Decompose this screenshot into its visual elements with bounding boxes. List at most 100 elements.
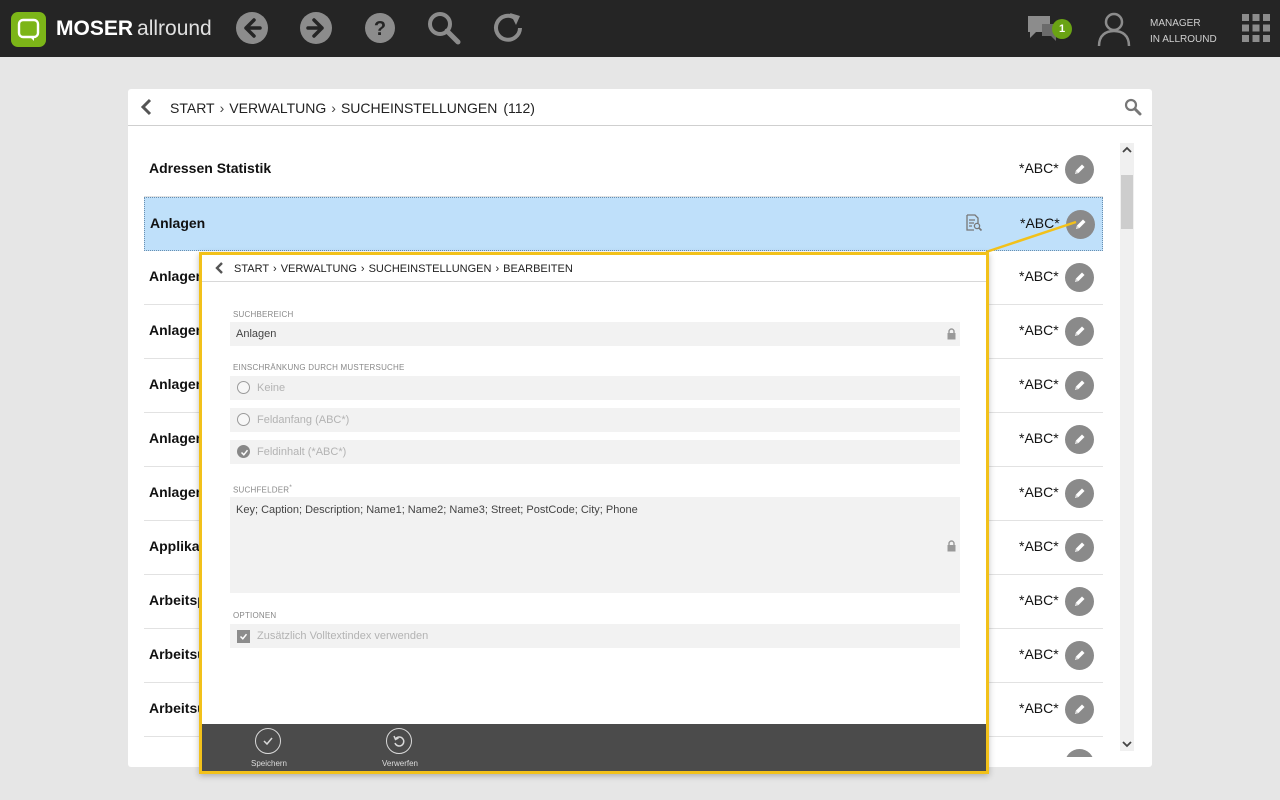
radio-feldinhalt[interactable]: [237, 445, 250, 458]
checkmark-icon: [240, 449, 249, 456]
popup-breadcrumb-start[interactable]: START: [234, 263, 269, 275]
pencil-icon: [1075, 272, 1085, 282]
search-icon[interactable]: [426, 10, 462, 46]
discard-button[interactable]: Verwerfen: [365, 724, 435, 771]
breadcrumb-item-verwaltung[interactable]: VERWALTUNG: [229, 100, 326, 116]
volltext-checkbox[interactable]: [237, 630, 250, 643]
popup-header: START › VERWALTUNG › SUCHEINSTELLUNGEN › BEARB…: [202, 255, 986, 282]
search-mode-value: *ABC*: [1019, 322, 1059, 338]
pencil-icon: [1075, 704, 1085, 714]
pencil-icon: [1075, 596, 1085, 606]
list-item-name: Anlagen: [149, 322, 205, 338]
option-volltextindex[interactable]: Zusätzlich Volltextindex verwenden: [230, 624, 960, 648]
back-chevron-icon[interactable]: [140, 98, 154, 116]
search-mode-value: *ABC*: [1019, 160, 1059, 176]
pencil-icon: [1075, 650, 1085, 660]
pencil-icon: [1076, 219, 1086, 229]
edit-button[interactable]: [1065, 317, 1094, 346]
undo-icon: [393, 735, 405, 747]
edit-button[interactable]: [1065, 425, 1094, 454]
list-item-name: Arbeit: [149, 754, 189, 757]
list-item[interactable]: Adressen Statistik *ABC*: [144, 143, 1103, 197]
svg-text:?: ?: [374, 18, 386, 40]
required-marker: *: [289, 484, 293, 491]
user-role: MANAGER: [1150, 18, 1201, 29]
back-arrow-icon[interactable]: [234, 10, 270, 46]
radio-keine[interactable]: [237, 381, 250, 394]
search-mode-value: *ABC*: [1019, 484, 1059, 500]
top-bar: MOSER allround ? 1 MANAGER IN ALLROUND: [0, 0, 1280, 57]
apps-grid-icon[interactable]: [1242, 14, 1270, 42]
edit-button[interactable]: [1065, 371, 1094, 400]
volltext-label: Zusätzlich Volltextindex verwenden: [257, 630, 429, 642]
edit-button[interactable]: [1065, 533, 1094, 562]
option-feldinhalt[interactable]: Feldinhalt (*ABC*): [230, 440, 960, 464]
pencil-icon: [1075, 326, 1085, 336]
option-label: Feldanfang (ABC*): [257, 414, 350, 426]
checkmark-icon: [263, 737, 273, 746]
edit-button[interactable]: [1065, 587, 1094, 616]
option-keine[interactable]: Keine: [230, 376, 960, 400]
edit-button[interactable]: [1065, 641, 1094, 670]
list-item-name: Arbeitsu: [149, 646, 206, 662]
breadcrumb-item-sucheinstellungen: SUCHEINSTELLUNGEN: [340, 100, 498, 116]
lock-icon: [947, 328, 956, 340]
help-icon[interactable]: ?: [362, 10, 398, 46]
list-item-name: Arbeitsp: [149, 592, 206, 608]
document-search-icon[interactable]: [965, 214, 983, 237]
option-label: Keine: [257, 382, 286, 394]
edit-button[interactable]: [1065, 749, 1094, 757]
scroll-up-icon[interactable]: [1120, 143, 1134, 157]
scroll-thumb[interactable]: [1121, 175, 1133, 229]
suchbereich-field: Anlagen: [230, 322, 960, 346]
user-context: IN ALLROUND: [1150, 34, 1217, 45]
edit-button[interactable]: [1065, 479, 1094, 508]
pencil-icon: [1075, 488, 1085, 498]
list-item-name: Anlagen: [149, 268, 205, 284]
user-icon[interactable]: [1096, 11, 1132, 47]
discard-circle: [386, 728, 412, 754]
edit-button[interactable]: [1065, 695, 1094, 724]
brand-name: MOSER allround: [56, 17, 212, 40]
forward-arrow-icon[interactable]: [298, 10, 334, 46]
edit-popup: START › VERWALTUNG › SUCHEINSTELLUNGEN › BEARB…: [199, 252, 989, 774]
breadcrumb: START › VERWALTUNG › SUCHEINSTELLUNGEN (112): [170, 100, 535, 116]
edit-button[interactable]: [1066, 210, 1095, 239]
option-feldanfang[interactable]: Feldanfang (ABC*): [230, 408, 960, 432]
list-item-name: Anlagen: [149, 430, 205, 446]
optionen-label: OPTIONEN: [233, 611, 277, 620]
list-item[interactable]: Anlagen *ABC*: [144, 197, 1103, 251]
save-circle: [255, 728, 281, 754]
scroll-down-icon[interactable]: [1120, 737, 1134, 751]
back-chevron-icon[interactable]: [214, 261, 224, 275]
user-label[interactable]: MANAGER IN ALLROUND: [1150, 16, 1217, 48]
edit-button[interactable]: [1065, 263, 1094, 292]
suchfelder-label: SUCHFELDER*: [233, 484, 292, 495]
save-button[interactable]: Speichern: [234, 724, 304, 771]
search-mode-value: *ABC*: [1019, 430, 1059, 446]
popup-breadcrumb-verwaltung[interactable]: VERWALTUNG: [281, 263, 357, 275]
option-label: Feldinhalt (*ABC*): [257, 446, 347, 458]
einschraenkung-label: EINSCHRÄNKUNG DURCH MUSTERSUCHE: [233, 363, 405, 372]
search-icon[interactable]: [1124, 98, 1142, 116]
app-logo[interactable]: [11, 12, 46, 47]
list-scrollbar[interactable]: [1120, 143, 1134, 751]
checkmark-icon: [239, 633, 248, 640]
suchfelder-textarea: Key; Caption; Description; Name1; Name2;…: [230, 497, 960, 593]
popup-breadcrumb-bearbeiten: BEARBEITEN: [503, 263, 573, 275]
popup-breadcrumb-sucheinstellungen[interactable]: SUCHEINSTELLUNGEN: [369, 263, 492, 275]
messages-button[interactable]: 1: [1026, 14, 1074, 46]
breadcrumb-item-start[interactable]: START: [170, 100, 215, 116]
pencil-icon: [1075, 542, 1085, 552]
radio-feldanfang[interactable]: [237, 413, 250, 426]
search-mode-value: *ABC*: [1019, 754, 1059, 757]
lock-icon: [947, 540, 956, 552]
suchfelder-value: Key; Caption; Description; Name1; Name2;…: [236, 504, 638, 516]
suchfelder-label-text: SUCHFELDER: [233, 485, 290, 495]
popup-footer: Speichern Verwerfen: [202, 724, 986, 771]
suchbereich-value: Anlagen: [236, 328, 277, 340]
edit-button[interactable]: [1065, 155, 1094, 184]
list-item-name: Arbeitsu: [149, 700, 206, 716]
refresh-icon[interactable]: [490, 10, 526, 46]
save-label: Speichern: [250, 759, 288, 768]
